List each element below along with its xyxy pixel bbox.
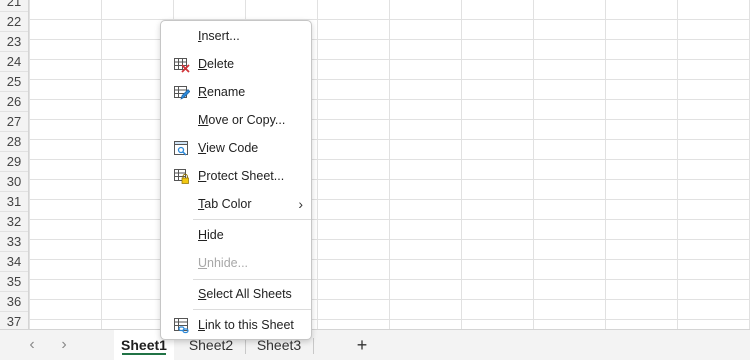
row-number[interactable]: 24 bbox=[0, 52, 28, 72]
tab-separator bbox=[313, 338, 314, 354]
view-code-icon bbox=[174, 141, 188, 156]
row-number[interactable]: 37 bbox=[0, 312, 28, 329]
tab-separator bbox=[245, 338, 246, 354]
row-number[interactable]: 29 bbox=[0, 152, 28, 172]
menu-item-select-all-sheets[interactable]: Select All Sheets bbox=[161, 280, 311, 308]
sheet-tab-label: Sheet1 bbox=[121, 337, 167, 353]
menu-item-tab-color[interactable]: Tab Color › bbox=[161, 190, 311, 218]
menu-item-view-code[interactable]: View Code bbox=[161, 134, 311, 162]
row-number[interactable]: 36 bbox=[0, 292, 28, 312]
row-number[interactable]: 32 bbox=[0, 212, 28, 232]
row-number[interactable]: 21 bbox=[0, 0, 28, 12]
row-number[interactable]: 30 bbox=[0, 172, 28, 192]
row-header-column: 21 22 23 24 25 26 27 28 29 30 31 32 33 3… bbox=[0, 0, 29, 329]
row-number[interactable]: 33 bbox=[0, 232, 28, 252]
menu-divider bbox=[193, 309, 311, 310]
menu-divider bbox=[193, 219, 311, 220]
menu-item-rename[interactable]: Rename bbox=[161, 78, 311, 106]
row-number[interactable]: 35 bbox=[0, 272, 28, 292]
chevron-left-icon[interactable]: ‹ bbox=[22, 335, 42, 355]
sheet-tab-bar: ‹ › Sheet1 Sheet2 Sheet3 + bbox=[0, 329, 750, 360]
menu-item-unhide: Unhide... bbox=[198, 256, 249, 270]
rename-sheet-icon bbox=[174, 86, 190, 100]
active-tab-underline bbox=[122, 353, 166, 355]
protect-sheet-icon bbox=[174, 169, 189, 184]
row-number[interactable]: 28 bbox=[0, 132, 28, 152]
row-number[interactable]: 23 bbox=[0, 32, 28, 52]
menu-item-protect-sheet[interactable]: Protect Sheet... bbox=[161, 162, 311, 190]
row-number[interactable]: 34 bbox=[0, 252, 28, 272]
menu-item-link-to-sheet[interactable]: Link to this Sheet bbox=[161, 311, 311, 339]
menu-item-delete[interactable]: Delete bbox=[161, 50, 311, 78]
menu-item-hide[interactable]: Hide bbox=[161, 221, 311, 249]
add-sheet-button[interactable]: + bbox=[352, 333, 372, 357]
row-number[interactable]: 31 bbox=[0, 192, 28, 212]
delete-sheet-icon bbox=[174, 58, 190, 73]
row-number[interactable]: 25 bbox=[0, 72, 28, 92]
link-sheet-icon bbox=[174, 318, 189, 334]
sheet-context-menu: Insert... Delete Rename Move or Copy... bbox=[160, 20, 312, 340]
menu-item-move-copy[interactable]: Move or Copy... bbox=[161, 106, 311, 134]
cell-area[interactable] bbox=[29, 0, 750, 329]
row-number[interactable]: 26 bbox=[0, 92, 28, 112]
row-number[interactable]: 27 bbox=[0, 112, 28, 132]
menu-item-insert[interactable]: Insert... bbox=[161, 22, 311, 50]
chevron-right-icon: › bbox=[298, 196, 303, 212]
row-number[interactable]: 22 bbox=[0, 12, 28, 32]
chevron-right-icon[interactable]: › bbox=[54, 335, 74, 355]
worksheet-grid[interactable]: 21 22 23 24 25 26 27 28 29 30 31 32 33 3… bbox=[0, 0, 750, 329]
